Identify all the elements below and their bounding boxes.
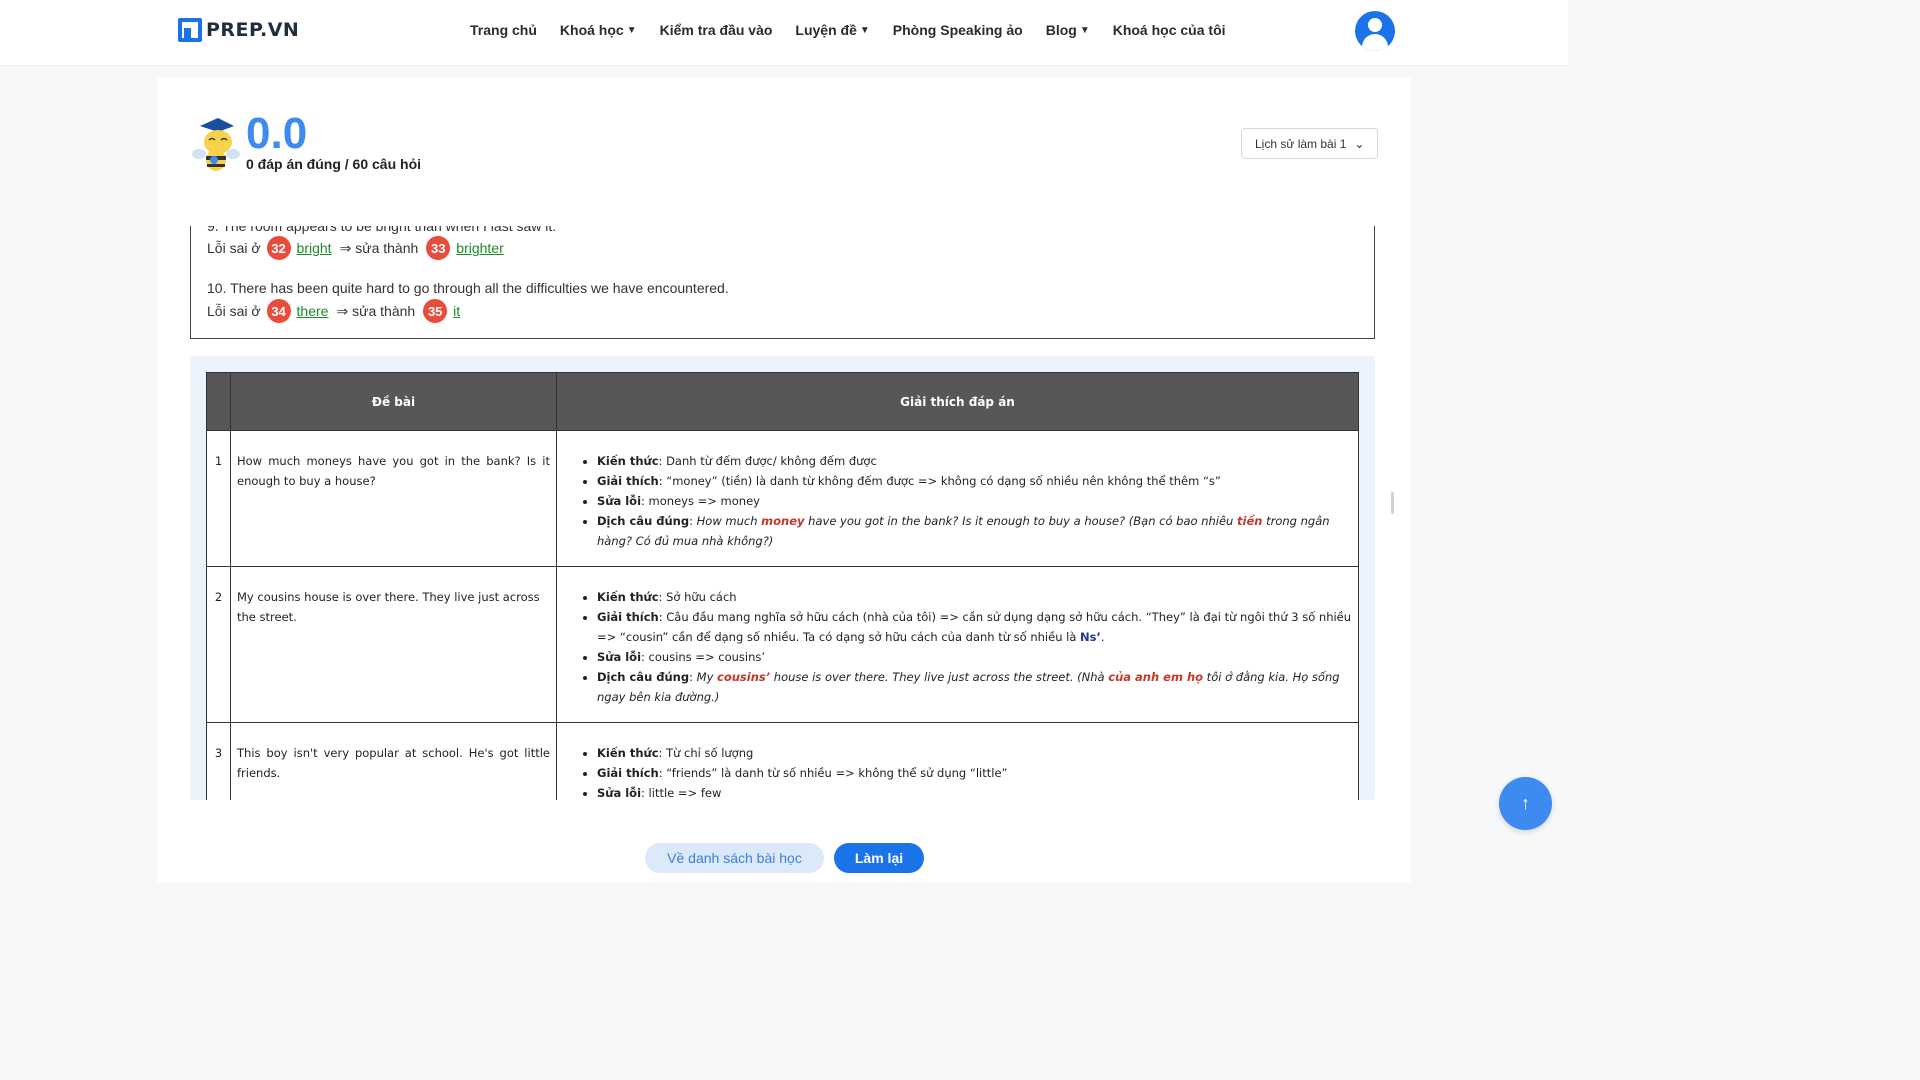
answer-box: 9. The room appears to be bright than wh…	[190, 226, 1375, 339]
nav-label: Khoá học	[559, 22, 624, 38]
question-9-text: 9. The room appears to be bright than wh…	[207, 226, 557, 234]
history-select[interactable]: Lịch sử làm bài 1 ⌄	[1241, 128, 1378, 159]
caret-down-icon: ▼	[626, 24, 637, 36]
row-question: How much moneys have you got in the bank…	[230, 430, 557, 567]
fix-arrow: ⇒ sửa thành	[339, 239, 419, 256]
explanation-panel: Đề bài Giải thích đáp án 1 How much mone…	[190, 356, 1375, 800]
history-select-label: Lịch sử làm bài 1	[1255, 136, 1347, 151]
list-item: Giải thích: “friends” là danh từ số nhiề…	[597, 763, 1352, 783]
row-explanation: Kiến thức: Sở hữu cách Giải thích: Câu đ…	[556, 566, 1359, 723]
caret-down-icon: ▼	[1079, 24, 1090, 36]
list-item: Giải thích: Câu đầu mang nghĩa sở hữu cá…	[597, 607, 1352, 647]
back-to-lessons-button[interactable]: Về danh sách bài học	[645, 843, 824, 873]
nav-speaking-room[interactable]: Phòng Speaking ảo	[893, 22, 1023, 38]
table-row: 2 My cousins house is over there. They l…	[206, 566, 1359, 723]
blank-number-badge: 35	[423, 299, 448, 323]
list-item: Giải thích: “money” (tiền) là danh từ kh…	[597, 471, 1352, 491]
bee-mascot-icon	[192, 118, 240, 171]
row-number: 3	[206, 722, 231, 800]
nav-label: Kiểm tra đầu vào	[659, 22, 773, 38]
blank-number-badge: 34	[266, 299, 291, 323]
table-header-row: Đề bài Giải thích đáp án	[206, 372, 1359, 431]
error-word: bright	[296, 240, 332, 256]
nav-my-courses[interactable]: Khoá học của tôi	[1113, 22, 1226, 38]
prep-logo-icon	[178, 18, 202, 42]
caret-down-icon: ▼	[859, 24, 870, 36]
nav-label: Khoá học của tôi	[1112, 22, 1226, 38]
list-item: Dịch câu đúng: How much money have you g…	[597, 511, 1352, 551]
row-explanation: Kiến thức: Từ chỉ số lượng Giải thích: “…	[556, 722, 1359, 800]
answer-prefix: Lỗi sai ở	[207, 240, 261, 256]
blank-number-badge: 32	[266, 236, 291, 260]
nav-placement-test[interactable]: Kiểm tra đầu vào	[660, 22, 773, 38]
chevron-down-icon: ⌄	[1354, 136, 1365, 151]
nav-label: Luyện đề	[795, 22, 857, 38]
list-item: Dịch câu đúng: My cousins’ house is over…	[597, 667, 1352, 707]
question-10-text: 10. There has been quite hard to go thro…	[207, 280, 729, 296]
fix-arrow: ⇒ sửa thành	[336, 302, 416, 319]
nav-blog[interactable]: Blog ▼	[1046, 22, 1090, 38]
score-summary: 0 đáp án đúng / 60 câu hỏi	[246, 156, 422, 172]
scrollbar-thumb[interactable]	[1391, 492, 1394, 514]
list-item: Kiến thức: Danh từ đếm được/ không đếm đ…	[597, 451, 1352, 471]
nav-label: Trang chủ	[470, 22, 537, 38]
nav-home[interactable]: Trang chủ	[470, 22, 537, 38]
col-header-explanation: Giải thích đáp án	[556, 372, 1359, 431]
nav-practice-tests[interactable]: Luyện đề ▼	[795, 22, 869, 38]
col-header-question: Đề bài	[230, 372, 557, 431]
user-avatar-icon[interactable]	[1355, 11, 1395, 51]
answer-row: Lỗi sai ở 32 bright ⇒ sửa thành 33 brigh…	[207, 236, 504, 260]
answer-prefix: Lỗi sai ở	[207, 303, 261, 319]
row-number: 1	[206, 430, 231, 567]
correct-word: brighter	[456, 240, 504, 256]
table-row: 3 This boy isn't very popular at school.…	[206, 722, 1359, 800]
list-item: Kiến thức: Sở hữu cách	[597, 587, 1352, 607]
list-item: Sửa lỗi: cousins => cousins’	[597, 647, 1352, 667]
row-question: This boy isn't very popular at school. H…	[230, 722, 557, 800]
logo[interactable]: PREP.VN	[178, 18, 299, 42]
row-number: 2	[206, 566, 231, 723]
correct-word: it	[453, 303, 461, 319]
blank-number-badge: 33	[426, 236, 451, 260]
arrow-up-icon[interactable]: ↑	[1499, 777, 1552, 830]
logo-text: PREP.VN	[206, 19, 300, 41]
nav-label: Phòng Speaking ảo	[892, 22, 1023, 38]
table-row: 1 How much moneys have you got in the ba…	[206, 430, 1359, 567]
row-question: My cousins house is over there. They liv…	[230, 566, 557, 723]
col-header-number	[206, 372, 231, 431]
explanation-table: Đề bài Giải thích đáp án 1 How much mone…	[206, 372, 1359, 800]
list-item: Sửa lỗi: little => few	[597, 783, 1352, 800]
list-item: Sửa lỗi: moneys => money	[597, 491, 1352, 511]
nav-courses[interactable]: Khoá học ▼	[560, 22, 637, 38]
list-item: Kiến thức: Từ chỉ số lượng	[597, 743, 1352, 763]
answer-row: Lỗi sai ở 34 there ⇒ sửa thành 35 it	[207, 299, 460, 323]
row-explanation: Kiến thức: Danh từ đếm được/ không đếm đ…	[556, 430, 1359, 567]
score-value: 0.0	[246, 109, 308, 158]
nav-label: Blog	[1045, 22, 1077, 38]
main-nav: Trang chủ Khoá học ▼ Kiểm tra đầu vào Luy…	[470, 22, 1226, 38]
top-navbar: PREP.VN Trang chủ Khoá học ▼ Kiểm tra đầu…	[0, 0, 1568, 66]
error-word: there	[296, 303, 329, 319]
retry-button[interactable]: Làm lại	[834, 843, 924, 873]
